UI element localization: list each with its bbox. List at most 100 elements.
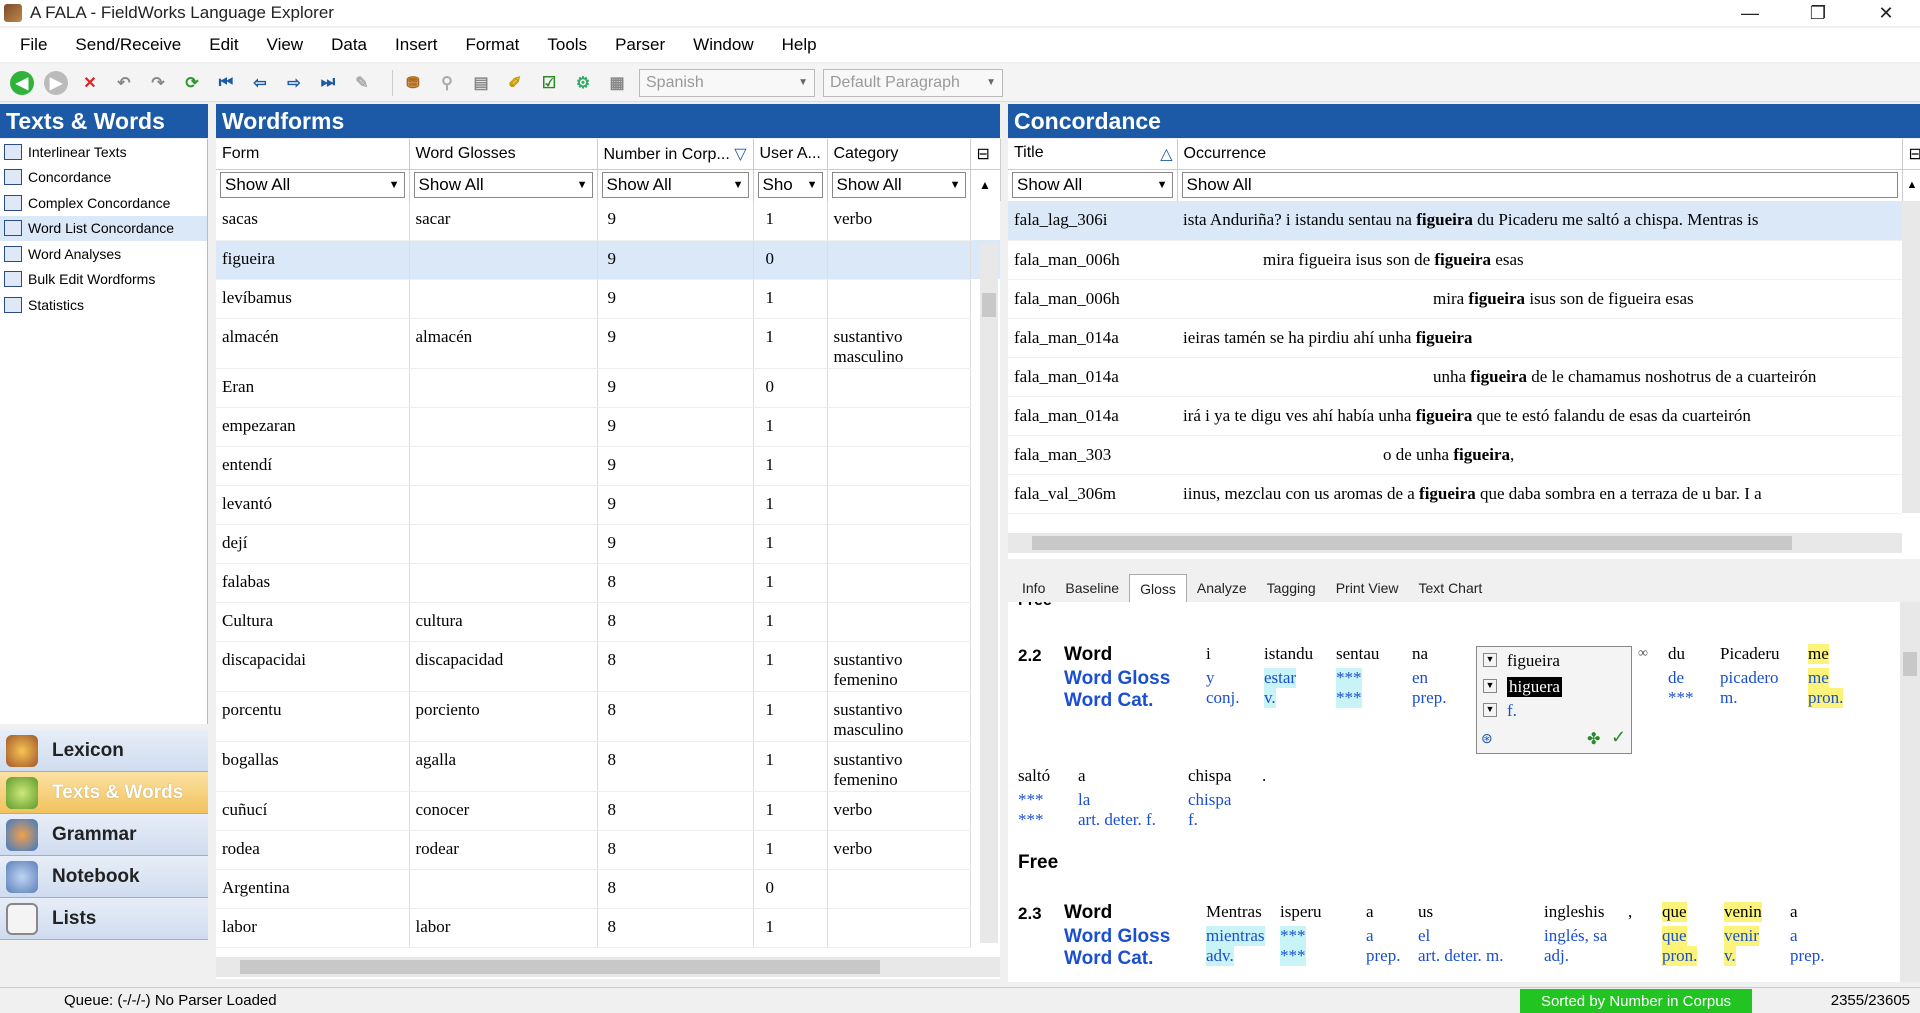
wordform-row[interactable]: labor labor 8 1: [216, 908, 1000, 948]
interlinear-vertical-scrollbar[interactable]: [1900, 602, 1920, 982]
word-category[interactable]: ***: [1336, 688, 1362, 708]
wordform-row[interactable]: dejí 9 1: [216, 524, 1000, 564]
word-category[interactable]: prep.: [1366, 946, 1400, 966]
baseline-word[interactable]: isperu: [1280, 902, 1322, 922]
concordance-horizontal-scrollbar[interactable]: [1008, 533, 1902, 553]
filter-icon[interactable]: ⛃: [401, 71, 425, 95]
tool-concordance[interactable]: Concordance: [0, 165, 207, 191]
parse-icon[interactable]: ⚙: [571, 71, 595, 95]
tab-info[interactable]: Info: [1012, 574, 1055, 602]
word-category[interactable]: prep.: [1412, 688, 1446, 708]
wordform-row[interactable]: levantó 9 1: [216, 485, 1000, 525]
concordance-row[interactable]: fala_val_306m iinus, mezclau con us aroma…: [1008, 474, 1920, 514]
back-icon[interactable]: ◀: [10, 70, 34, 95]
word-category[interactable]: art. deter. m.: [1418, 946, 1503, 966]
baseline-word[interactable]: chispa: [1188, 766, 1231, 786]
word-gloss[interactable]: el: [1418, 926, 1430, 946]
scroll-up-icon[interactable]: ▲: [970, 169, 1001, 201]
menu-help[interactable]: Help: [782, 35, 817, 55]
previous-record-icon[interactable]: ⇦: [248, 71, 272, 95]
sandbox-gloss[interactable]: higuera: [1507, 677, 1562, 697]
word-gloss[interactable]: la: [1078, 790, 1090, 810]
minimize-button[interactable]: —: [1716, 0, 1784, 26]
word-category[interactable]: adv.: [1206, 946, 1234, 966]
concordance-row[interactable]: fala_man_014a unha figueira de le chamamu…: [1008, 357, 1920, 397]
menu-send-receive[interactable]: Send/Receive: [75, 35, 181, 55]
wordform-row[interactable]: levíbamus 9 1: [216, 279, 1000, 319]
word-gloss[interactable]: mientras: [1206, 926, 1265, 946]
word-gloss[interactable]: inglés, sa: [1544, 926, 1607, 946]
baseline-word[interactable]: du: [1668, 644, 1685, 664]
scroll-thumb[interactable]: [1903, 652, 1917, 676]
word-gloss[interactable]: chispa: [1188, 790, 1231, 810]
delete-icon[interactable]: ✕: [78, 71, 102, 95]
word-gloss[interactable]: ***: [1018, 790, 1044, 810]
area-notebook[interactable]: Notebook: [0, 856, 208, 898]
area-texts-words[interactable]: Texts & Words: [0, 772, 208, 814]
tool-word-analyses[interactable]: Word Analyses: [0, 241, 207, 267]
chevron-down-icon[interactable]: ▼: [1483, 653, 1497, 667]
menu-parser[interactable]: Parser: [615, 35, 665, 55]
wordform-row[interactable]: entendí 9 1: [216, 446, 1000, 486]
tool-complex-concordance[interactable]: Complex Concordance: [0, 190, 207, 216]
options-icon[interactable]: ⊛: [1481, 731, 1493, 748]
filter-user-approved[interactable]: Sho ▼: [757, 172, 823, 199]
baseline-word[interactable]: Picaderu: [1720, 644, 1779, 664]
wordform-row[interactable]: falabas 8 1: [216, 563, 1000, 603]
wordform-row[interactable]: Eran 9 0: [216, 368, 1000, 408]
filter-form[interactable]: Show All ▼: [220, 172, 405, 199]
word-gloss[interactable]: me: [1808, 668, 1829, 688]
column-chooser-icon[interactable]: ⊟: [970, 139, 1001, 170]
archive-icon[interactable]: ▦: [605, 71, 629, 95]
word-category[interactable]: conj.: [1206, 688, 1240, 708]
word-gloss[interactable]: a: [1366, 926, 1374, 946]
scroll-up-icon[interactable]: ▲: [1902, 169, 1920, 201]
filter-title[interactable]: Show All ▼: [1012, 172, 1173, 199]
word-gloss[interactable]: de: [1668, 668, 1684, 688]
baseline-word[interactable]: na: [1412, 644, 1428, 664]
wordform-row[interactable]: figueira 9 0: [216, 240, 1000, 280]
menu-window[interactable]: Window: [693, 35, 753, 55]
area-grammar[interactable]: Grammar: [0, 814, 208, 856]
concordance-row[interactable]: fala_man_006h mira figueira isus son de f…: [1008, 240, 1920, 280]
wordform-row[interactable]: discapacidai discapacidad 8 1 sustantivo fem…: [216, 641, 1000, 692]
baseline-word[interactable]: ,: [1628, 902, 1632, 922]
wordform-row[interactable]: bogallas agalla 8 1 sustantivo femenino: [216, 741, 1000, 792]
word-gloss[interactable]: ***: [1280, 926, 1306, 946]
concordance-row[interactable]: fala_man_014a ieiras tamén se ha pirdiu a…: [1008, 318, 1920, 358]
style-combo[interactable]: Default Paragraph ▼: [823, 68, 1003, 97]
baseline-word[interactable]: ingleshis: [1544, 902, 1604, 922]
chevron-down-icon[interactable]: ▼: [1483, 679, 1497, 693]
wordform-row[interactable]: Cultura cultura 8 1: [216, 602, 1000, 642]
checkmark-icon[interactable]: ✓: [1611, 727, 1626, 748]
area-lists[interactable]: Lists: [0, 898, 208, 940]
approve-all-icon[interactable]: ✤: [1587, 729, 1600, 749]
word-category[interactable]: m.: [1720, 688, 1737, 708]
baseline-word[interactable]: us: [1418, 902, 1433, 922]
restore-button[interactable]: ❐: [1784, 0, 1852, 26]
baseline-word[interactable]: venin: [1724, 902, 1762, 922]
area-lexicon[interactable]: Lexicon: [0, 730, 208, 772]
wordforms-horizontal-scrollbar[interactable]: [216, 957, 1000, 977]
word-category[interactable]: pron.: [1662, 946, 1698, 966]
concordance-row[interactable]: fala_lag_306i ista Anduriña? i istandu se…: [1008, 201, 1920, 241]
baseline-word[interactable]: saltó: [1018, 766, 1050, 786]
edit-icon[interactable]: ✐: [503, 71, 527, 95]
close-button[interactable]: ✕: [1852, 0, 1920, 26]
word-gloss[interactable]: venir: [1724, 926, 1759, 946]
wordform-row[interactable]: empezaran 9 1: [216, 407, 1000, 447]
word-category[interactable]: prep.: [1790, 946, 1824, 966]
filter-word-glosses[interactable]: Show All ▼: [413, 172, 593, 199]
tool-interlinear-texts[interactable]: Interlinear Texts: [0, 139, 207, 165]
sandbox-word[interactable]: figueira: [1507, 651, 1560, 671]
word-gloss[interactable]: picadero: [1720, 668, 1779, 688]
wordform-row[interactable]: porcentu porciento 8 1 sustantivo masculino: [216, 691, 1000, 742]
column-user-approved[interactable]: User A...: [753, 139, 828, 170]
word-category[interactable]: v.: [1724, 946, 1736, 966]
print-icon[interactable]: ▤: [469, 71, 493, 95]
link-icon[interactable]: ✎: [350, 71, 374, 95]
menu-data[interactable]: Data: [331, 35, 367, 55]
filter-category[interactable]: Show All ▼: [831, 172, 966, 199]
tab-print-view[interactable]: Print View: [1326, 574, 1409, 602]
wordform-row[interactable]: cuñucí conocer 8 1 verbo: [216, 791, 1000, 831]
